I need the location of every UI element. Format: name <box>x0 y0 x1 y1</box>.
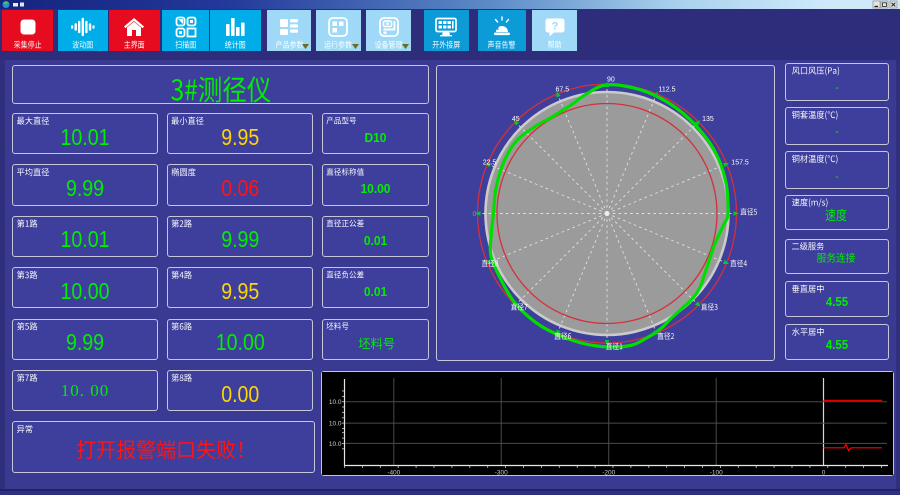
svg-text:10.0: 10.0 <box>328 420 341 427</box>
svg-text:0: 0 <box>473 211 477 218</box>
svg-text:-100: -100 <box>709 469 722 475</box>
svg-text:135: 135 <box>702 116 714 123</box>
svg-text:0: 0 <box>821 469 825 475</box>
svg-text:22.5: 22.5 <box>483 159 497 166</box>
svg-text:45: 45 <box>512 116 520 123</box>
svg-text:112.5: 112.5 <box>659 87 676 94</box>
svg-text:10.0: 10.0 <box>328 399 341 406</box>
svg-text:10.0: 10.0 <box>328 440 341 447</box>
svg-text:67.5: 67.5 <box>556 87 570 94</box>
svg-text:-400: -400 <box>387 469 400 475</box>
svg-text:-300: -300 <box>494 469 507 475</box>
svg-text:90: 90 <box>607 76 615 83</box>
svg-text:?: ? <box>551 20 558 32</box>
svg-text:-200: -200 <box>602 469 615 475</box>
svg-text:157.5: 157.5 <box>731 159 749 166</box>
